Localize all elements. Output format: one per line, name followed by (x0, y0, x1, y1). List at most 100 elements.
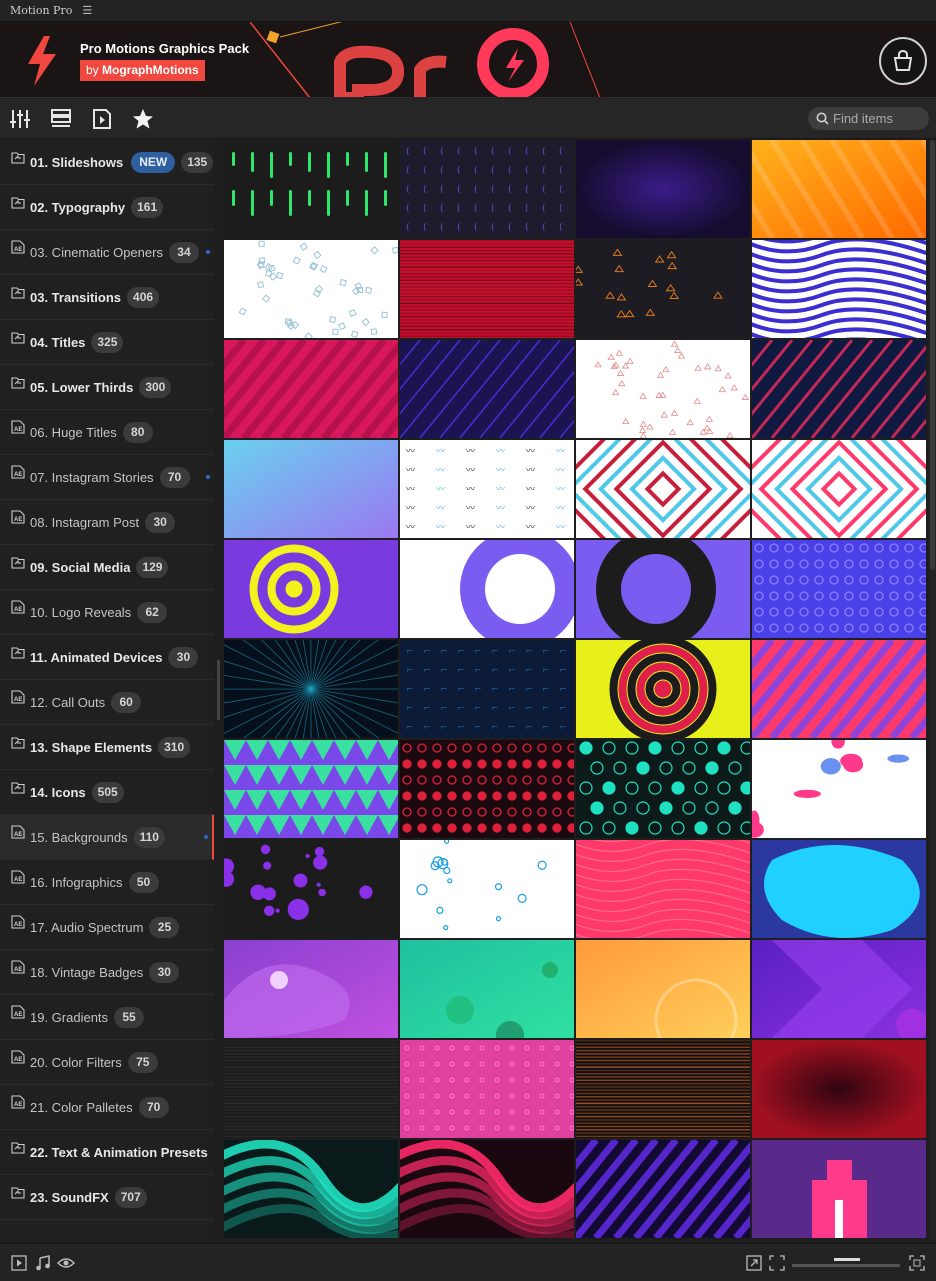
background-thumbnail[interactable] (576, 640, 750, 738)
background-thumbnail[interactable] (224, 840, 398, 938)
background-thumbnail[interactable] (400, 740, 574, 838)
background-thumbnail[interactable] (400, 540, 574, 638)
background-thumbnail[interactable] (752, 940, 926, 1038)
background-thumbnail[interactable] (576, 1040, 750, 1138)
sidebar-item[interactable]: 02. Typography 161 (0, 185, 214, 230)
sidebar-item[interactable]: AE 20. Color Filters 75 (0, 1040, 214, 1085)
sidebar-item[interactable]: AE 10. Logo Reveals 62 (0, 590, 214, 635)
background-thumbnail[interactable] (224, 1040, 398, 1138)
sidebar-item[interactable]: AE 18. Vintage Badges 30 (0, 950, 214, 995)
sidebar-item[interactable]: 04. Titles 325 (0, 320, 214, 365)
sidebar-item[interactable]: AE 08. Instagram Post 30 (0, 500, 214, 545)
sidebar-item[interactable]: AE 06. Huge Titles 80 (0, 410, 214, 455)
grid-scrollbar-thumb[interactable] (930, 140, 935, 570)
sidebar-item[interactable]: AE 07. Instagram Stories 70 (0, 455, 214, 500)
fit-screen-icon[interactable] (768, 1254, 786, 1272)
background-thumbnail[interactable] (224, 340, 398, 438)
hamburger-icon[interactable]: ☰ (82, 4, 92, 17)
zoom-slider-knob[interactable] (834, 1258, 860, 1261)
sidebar-item[interactable]: 01. Slideshows NEW 135 (0, 140, 214, 185)
grid-scrollbar[interactable] (929, 140, 936, 1240)
background-thumbnail[interactable] (752, 240, 926, 338)
background-thumbnail[interactable] (224, 1140, 398, 1238)
banner-author-tag[interactable]: by MographMotions (80, 60, 205, 81)
svg-text:⌐: ⌐ (508, 685, 516, 695)
sidebar-item[interactable]: AE 03. Cinematic Openers 34 (0, 230, 214, 275)
folder-icon (10, 645, 25, 659)
background-thumbnail[interactable] (752, 840, 926, 938)
favorites-star-icon[interactable] (131, 107, 155, 131)
sidebar-item[interactable]: AE 17. Audio Spectrum 25 (0, 905, 214, 950)
background-thumbnail[interactable] (224, 140, 398, 238)
background-thumbnail[interactable] (576, 140, 750, 238)
svg-text:(: ( (440, 204, 444, 214)
background-thumbnail[interactable] (224, 540, 398, 638)
background-thumbnail[interactable] (400, 940, 574, 1038)
sidebar-item[interactable]: AE 16. Infographics 50 (0, 860, 214, 905)
background-thumbnail[interactable] (400, 1040, 574, 1138)
background-thumbnail[interactable]: ((((((((((((((((((((((((((((((((((((((((… (400, 140, 574, 238)
background-thumbnail[interactable] (752, 740, 926, 838)
sidebar-item[interactable]: 23. SoundFX 707 (0, 1175, 214, 1220)
list-view-icon[interactable] (49, 107, 73, 131)
sidebar-item[interactable]: AE 19. Gradients 55 (0, 995, 214, 1040)
shopping-bag-button[interactable] (879, 37, 927, 85)
sidebar-item[interactable]: AE 15. Backgrounds 110 (0, 815, 214, 860)
sidebar-item[interactable]: 13. Shape Elements 310 (0, 725, 214, 770)
search-input[interactable] (833, 111, 923, 126)
search-box[interactable] (808, 107, 929, 130)
sliders-icon[interactable] (8, 107, 32, 131)
music-note-icon[interactable] (34, 1254, 52, 1272)
sidebar-item[interactable]: 14. Icons 505 (0, 770, 214, 815)
sidebar-item-label: 04. Titles (30, 334, 86, 350)
background-thumbnail[interactable] (224, 240, 398, 338)
background-thumbnail[interactable] (224, 740, 398, 838)
background-thumbnail[interactable]: 〰〰〰〰〰〰〰〰〰〰〰〰〰〰〰〰〰〰〰〰〰〰〰〰〰〰〰〰〰〰 (400, 440, 574, 538)
background-thumbnail[interactable] (576, 440, 750, 538)
background-thumbnail[interactable] (576, 340, 750, 438)
eye-icon[interactable] (57, 1254, 75, 1272)
background-thumbnail[interactable] (400, 240, 574, 338)
background-thumbnail[interactable] (224, 940, 398, 1038)
background-thumbnail[interactable] (224, 440, 398, 538)
background-thumbnail[interactable] (576, 940, 750, 1038)
sidebar-scrollbar[interactable] (217, 660, 220, 720)
background-thumbnail[interactable] (576, 840, 750, 938)
background-thumbnail[interactable] (576, 740, 750, 838)
background-thumbnail[interactable] (400, 1140, 574, 1238)
svg-text:〰: 〰 (436, 447, 445, 457)
background-thumbnail[interactable] (400, 840, 574, 938)
fullscreen-icon[interactable] (908, 1254, 926, 1272)
ae-file-icon: AE (10, 420, 25, 434)
background-thumbnail[interactable]: ⌐ ⌐ ⌐ ⌐ ⌐ ⌐ ⌐ ⌐ ⌐ ⌐ ⌐ ⌐ ⌐ ⌐ ⌐ ⌐ ⌐ ⌐ ⌐ ⌐ ⌐ ⌐ ⌐ ⌐ ⌐ ⌐ ⌐ ⌐ ⌐ ⌐ ⌐ ⌐ ⌐ ⌐ ⌐ ⌐ ⌐ ⌐ ⌐ ⌐… (400, 640, 574, 738)
sidebar-item[interactable]: AE 12. Call Outs 60 (0, 680, 214, 725)
media-player-icon[interactable] (90, 107, 114, 131)
background-thumbnail[interactable] (752, 540, 926, 638)
sidebar-item[interactable]: 05. Lower Thirds 300 (0, 365, 214, 410)
sidebar-item[interactable]: AE 21. Color Palletes 70 (0, 1085, 214, 1130)
background-thumbnail[interactable] (752, 340, 926, 438)
background-thumbnail[interactable] (752, 1140, 926, 1238)
svg-text:(: ( (457, 223, 461, 233)
background-thumbnail[interactable] (752, 640, 926, 738)
background-thumbnail[interactable] (752, 140, 926, 238)
background-thumbnail[interactable] (576, 240, 750, 338)
background-thumbnail[interactable] (576, 1140, 750, 1238)
ae-file-icon: AE (10, 600, 25, 614)
background-thumbnail[interactable] (752, 440, 926, 538)
background-thumbnail[interactable] (224, 640, 398, 738)
play-preview-icon[interactable] (10, 1254, 28, 1272)
background-thumbnail[interactable] (576, 540, 750, 638)
sidebar-item[interactable]: 11. Animated Devices 30 (0, 635, 214, 680)
svg-text:(: ( (491, 147, 495, 157)
sidebar-item[interactable]: 22. Text & Animation Presets (0, 1130, 214, 1175)
svg-text:(: ( (525, 204, 529, 214)
svg-text:〰: 〰 (406, 447, 415, 457)
background-thumbnail[interactable] (752, 1040, 926, 1138)
sidebar-item[interactable]: 03. Transitions 406 (0, 275, 214, 320)
zoom-slider[interactable] (792, 1258, 900, 1267)
svg-text:(: ( (525, 223, 529, 233)
expand-icon[interactable] (745, 1254, 763, 1272)
background-thumbnail[interactable] (400, 340, 574, 438)
sidebar-item[interactable]: 09. Social Media 129 (0, 545, 214, 590)
